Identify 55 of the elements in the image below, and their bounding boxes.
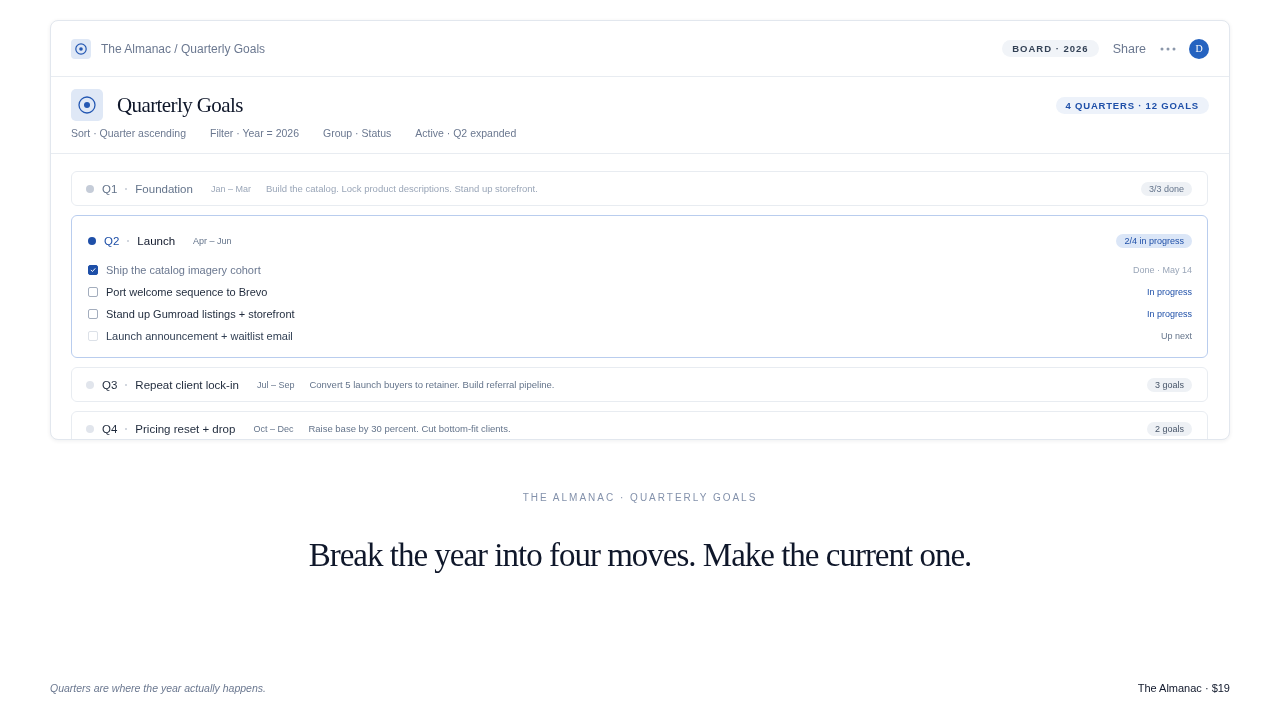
page-title: Quarterly Goals (117, 92, 243, 119)
checkbox[interactable] (88, 309, 98, 319)
date-range: Jan – Mar (210, 183, 251, 194)
task-label: Stand up Gumroad listings + storefront (106, 308, 296, 320)
status-dot-icon (86, 424, 94, 433)
target-icon (71, 89, 103, 121)
quarter-name: Repeat client lock-in (135, 378, 239, 391)
quarter-label: Q1 (102, 182, 118, 195)
quarter-summary: Convert 5 launch buyers to retainer. Build referral pipeline. (309, 379, 555, 390)
quarter-summary: Build the catalog. Lock product descriptions. Stand up storefront. (265, 183, 538, 194)
status-dot-icon (88, 236, 96, 245)
quarter-card[interactable]: Q4 Pricing reset + drop Oct – Dec Raise base by 30 percent. Cut bottom-fit clients. 2 goals (71, 411, 1208, 439)
quarter-card[interactable]: Q3 Repeat client lock-in Jul – Sep Convert 5 launch buyers to retainer. Build referral pipeline. 3 goals (71, 367, 1208, 402)
quarter-name: Foundation (135, 182, 193, 195)
task-label: Port welcome sequence to Brevo (106, 286, 269, 298)
view-setting[interactable]: Group · Status (323, 127, 392, 140)
date-range: Oct – Dec (253, 423, 294, 434)
progress-badge: 2/4 in progress (1116, 233, 1192, 248)
task-status: In progress (1146, 309, 1192, 319)
quarter-label: Q2 (104, 234, 120, 247)
view-setting[interactable]: Active · Q2 expanded (415, 127, 517, 140)
price-label: The Almanac · $19 (1137, 682, 1230, 694)
status-dot-icon (86, 380, 94, 389)
checkmark-icon (89, 265, 97, 275)
target-icon (71, 38, 91, 59)
board-badge: BOARD · 2026 (1002, 40, 1099, 57)
task-label: Ship the catalog imagery cohort (106, 264, 262, 276)
view-setting[interactable]: Sort · Quarter ascending (71, 127, 186, 140)
headline: Break the year into four moves. Make the current one. (307, 536, 973, 575)
checkbox[interactable] (88, 287, 98, 297)
date-range: Jul – Sep (256, 379, 295, 390)
task-label: Launch announcement + waitlist email (106, 330, 294, 342)
status-dot-icon (86, 184, 94, 193)
quarter-label: Q3 (102, 378, 118, 391)
quarter-label: Q4 (102, 422, 118, 435)
progress-badge: 3/3 done (1140, 181, 1192, 196)
more-icon[interactable] (1160, 46, 1176, 51)
summary-badge: 4 QUARTERS · 12 GOALS (1055, 96, 1209, 114)
quarter-summary: Raise base by 30 percent. Cut bottom-fit clients. (308, 423, 511, 434)
share-button[interactable]: Share (1112, 41, 1146, 56)
task-status: In progress (1146, 287, 1192, 297)
footer-note: Quarters are where the year actually happens. (50, 682, 266, 694)
date-range: Apr – Jun (193, 235, 232, 246)
eyebrow-caption: THE ALMANAC · QUARTERLY GOALS (521, 491, 759, 504)
progress-badge: 3 goals (1146, 377, 1192, 392)
task-status: Up next (1160, 331, 1192, 341)
breadcrumb[interactable]: The Almanac / Quarterly Goals (101, 41, 266, 56)
task-status: Done · May 14 (1132, 265, 1192, 275)
view-setting[interactable]: Filter · Year = 2026 (210, 127, 299, 140)
avatar[interactable]: D (1189, 38, 1209, 59)
quarter-card[interactable]: Q1 Foundation Jan – Mar Build the catalog. Lock product descriptions. Stand up storefront. 3/3 done (71, 171, 1208, 206)
quarter-name: Launch (137, 234, 176, 247)
quarter-name: Pricing reset + drop (135, 422, 236, 435)
checkbox[interactable] (88, 265, 98, 275)
progress-badge: 2 goals (1146, 421, 1192, 436)
